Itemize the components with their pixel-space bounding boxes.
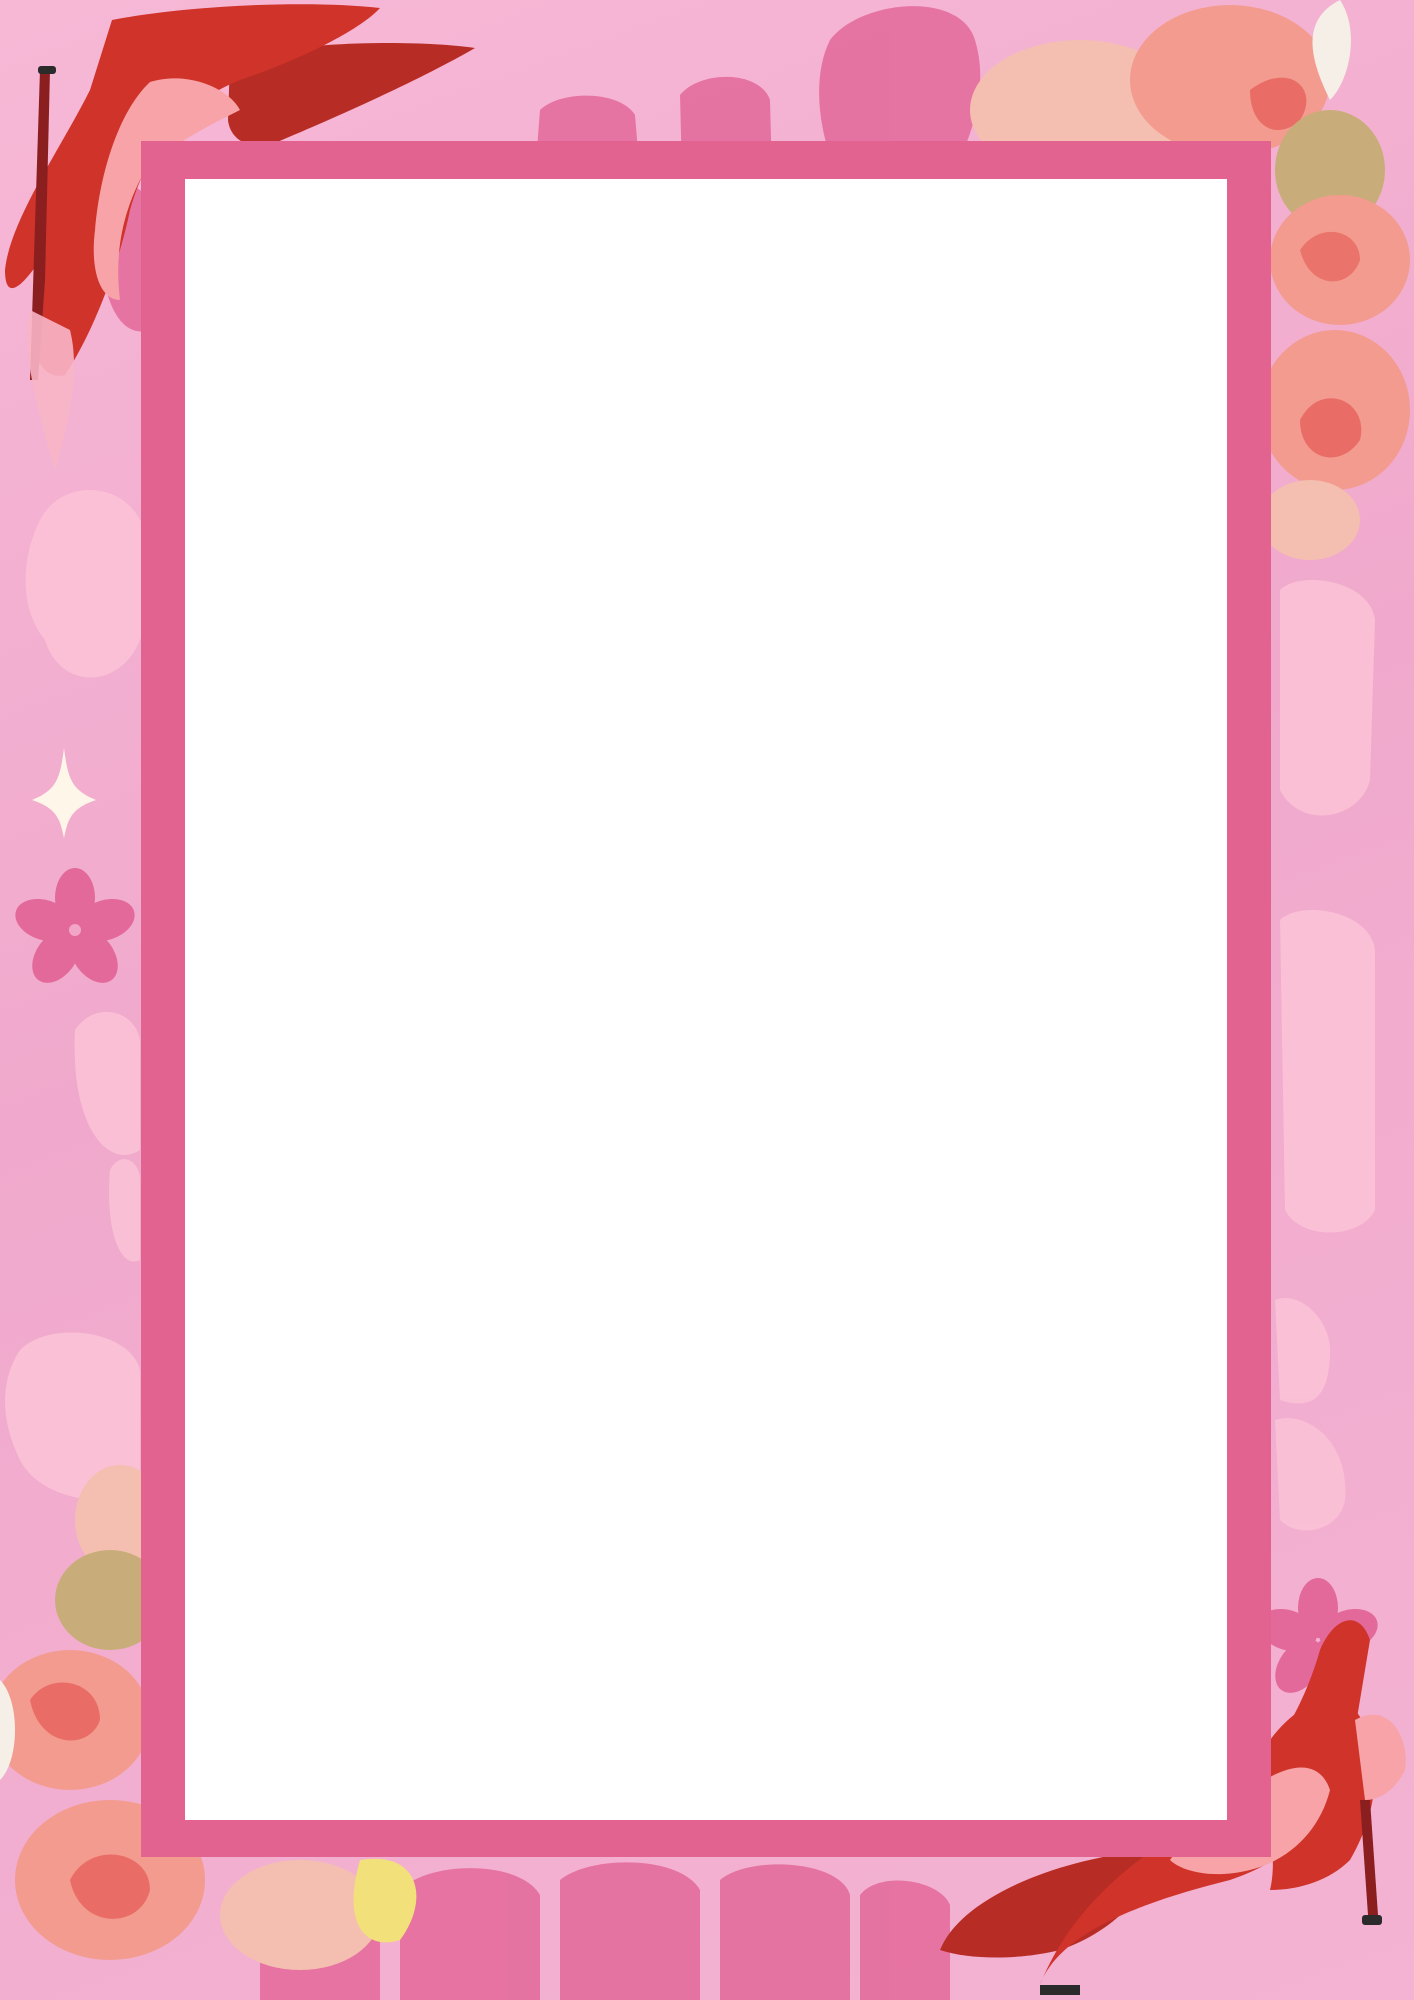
pink-flower-left-icon — [15, 868, 135, 983]
page-background — [0, 0, 1414, 2000]
pink-frame — [141, 141, 1271, 1857]
sparkle-star-icon — [32, 748, 96, 838]
blank-content-card — [185, 179, 1227, 1820]
